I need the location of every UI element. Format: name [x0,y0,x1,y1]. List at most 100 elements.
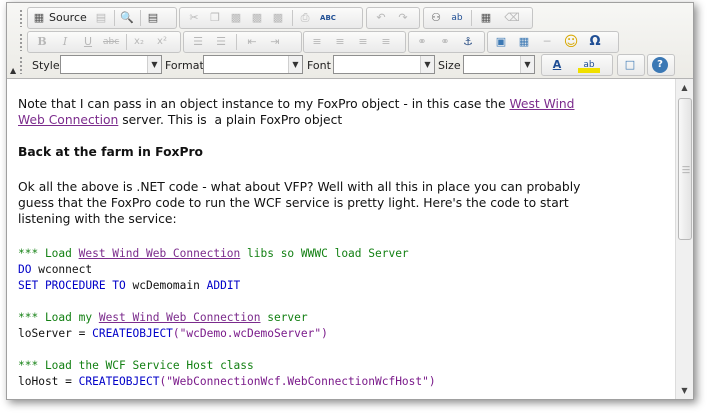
unlink-icon[interactable]: ⚭ [437,34,453,50]
code-keyword: SET PROCEDURE TO [18,279,126,292]
collapse-toolbar-icon[interactable]: ▲ [10,66,16,75]
code-string: ("WebConnectionWcf.WebConnectionWcfHost"… [159,375,436,388]
separator [471,10,472,26]
strikethrough-button[interactable]: abc [103,34,119,50]
bold-button[interactable]: B [34,34,50,50]
insert-group: ▣ ▦ ─ ☺ Ω [487,31,619,53]
replace-icon[interactable]: ab [449,10,465,26]
subscript-button[interactable]: x₂ [131,34,147,50]
indent-icon[interactable]: ⇥ [267,34,283,50]
code-keyword: CREATEOBJECT [92,327,173,340]
find-group: ⚇ ab ▦ ⌫ [423,7,533,29]
horizontal-rule-icon[interactable]: ─ [539,34,555,50]
code-text: wconnect [31,263,93,276]
help-group: ? [647,54,675,76]
editor-content[interactable]: Note that I can pass in an object instan… [7,79,674,399]
preview-icon[interactable]: 🔍 [119,10,135,26]
scrollbar-thumb[interactable]: — — — [678,98,692,240]
toolbar-grip[interactable] [19,56,23,74]
print-icon[interactable]: ⎙ [297,10,313,26]
bg-color-button[interactable]: ab [578,57,600,73]
color-group: A ab [541,54,613,76]
chevron-down-icon[interactable]: ▼ [147,56,161,73]
code-keyword: CREATEOBJECT [78,375,160,388]
remove-format-icon[interactable]: ⌫ [504,10,520,26]
format-label: Format [165,59,204,72]
align-left-icon[interactable]: ≡ [309,34,325,50]
code-line: *** Load the WCF Service Host class [18,358,254,374]
spellcheck-icon[interactable]: ABC [320,10,336,26]
align-center-icon[interactable]: ≡ [332,34,348,50]
code-line: DO wconnect [18,262,92,278]
align-justify-icon[interactable]: ≡ [378,34,394,50]
paste-text-icon[interactable]: ▩ [249,10,265,26]
source-icon[interactable]: ▦ [31,10,47,26]
code-link[interactable]: West Wind Web Connection [99,311,261,324]
clipboard-group: ✂ ❐ ▩ ▩ ▩ ⎙ ABC [179,7,363,29]
code-string: ("wcDemo.wcDemoServer") [172,327,328,340]
size-select[interactable]: ▼ [463,55,535,74]
paste-word-icon[interactable]: ▩ [270,10,286,26]
smiley-icon[interactable]: ☺ [563,34,579,50]
code-link[interactable]: West Wind Web Connection [79,247,241,260]
paragraph: Ok all the above is .NET code - what abo… [18,180,581,194]
find-icon[interactable]: ⚇ [428,10,444,26]
format-select[interactable]: ▼ [203,55,303,74]
scroll-up-icon[interactable]: ▲ [676,79,693,96]
undo-group: ↶ ↷ [366,7,420,29]
chevron-down-icon[interactable]: ▼ [288,56,302,73]
special-char-icon[interactable]: Ω [587,34,603,50]
code-line: loHost = CREATEOBJECT("WebConnectionWcf.… [18,374,436,390]
cut-icon[interactable]: ✂ [186,10,202,26]
text-color-button[interactable]: A [546,57,568,73]
scroll-down-icon[interactable]: ▼ [676,382,693,399]
source-button-label[interactable]: Source [49,11,87,24]
paste-icon[interactable]: ▩ [228,10,244,26]
link-web-connection[interactable]: Web Connection [18,113,118,127]
font-label: Font [307,59,331,72]
code-line: loServer = CREATEOBJECT("wcDemo.wcDemoSe… [18,326,328,342]
code-text: loServer = [18,327,93,340]
code-keyword: DO [18,263,32,276]
maximize-group: □ [617,54,645,76]
align-right-icon[interactable]: ≡ [355,34,371,50]
maximize-icon[interactable]: □ [622,57,638,73]
bulleted-list-icon[interactable]: ☰ [213,34,229,50]
select-all-icon[interactable]: ▦ [478,10,494,26]
basic-styles-group: B I U abc x₂ x² [27,31,181,53]
list-group: ☰ ☰ ⇤ ⇥ [183,31,302,53]
font-select[interactable]: ▼ [333,55,435,74]
grip-icon: — — — [682,162,690,177]
redo-icon[interactable]: ↷ [395,10,411,26]
underline-button[interactable]: U [80,34,96,50]
anchor-icon[interactable]: ⚓ [460,34,476,50]
separator [114,10,115,26]
vertical-scrollbar[interactable]: ▲ — — — ▼ [675,79,693,399]
editor-toolbar: ▦ Source ▤ 🔍 ▤ ✂ ❐ ▩ ▩ ▩ ⎙ ABC ↶ ↷ ⚇ ab … [7,3,693,79]
style-select[interactable]: ▼ [60,55,162,74]
link-icon[interactable]: ⚭ [414,34,430,50]
copy-icon[interactable]: ❐ [207,10,223,26]
superscript-button[interactable]: x² [154,34,170,50]
code-comment: server [260,311,308,324]
templates-icon[interactable]: ▤ [145,10,161,26]
text-run: server. This is a plain FoxPro object [118,113,343,127]
toolbar-grip[interactable] [19,33,23,51]
numbered-list-icon[interactable]: ☰ [190,34,206,50]
table-icon[interactable]: ▦ [516,34,532,50]
separator [236,34,237,50]
chevron-down-icon[interactable]: ▼ [420,56,434,73]
save-icon[interactable]: ▤ [93,10,109,26]
italic-button[interactable]: I [57,34,73,50]
code-line: *** Load my West Wind Web Connection ser… [18,310,308,326]
separator [126,34,127,50]
help-icon[interactable]: ? [652,57,668,73]
size-label: Size [438,59,461,72]
code-comment: *** Load [18,247,79,260]
toolbar-grip[interactable] [19,9,23,27]
chevron-down-icon[interactable]: ▼ [520,56,534,73]
image-icon[interactable]: ▣ [493,34,509,50]
link-west-wind[interactable]: West Wind [509,97,574,111]
outdent-icon[interactable]: ⇤ [244,34,260,50]
undo-icon[interactable]: ↶ [373,10,389,26]
